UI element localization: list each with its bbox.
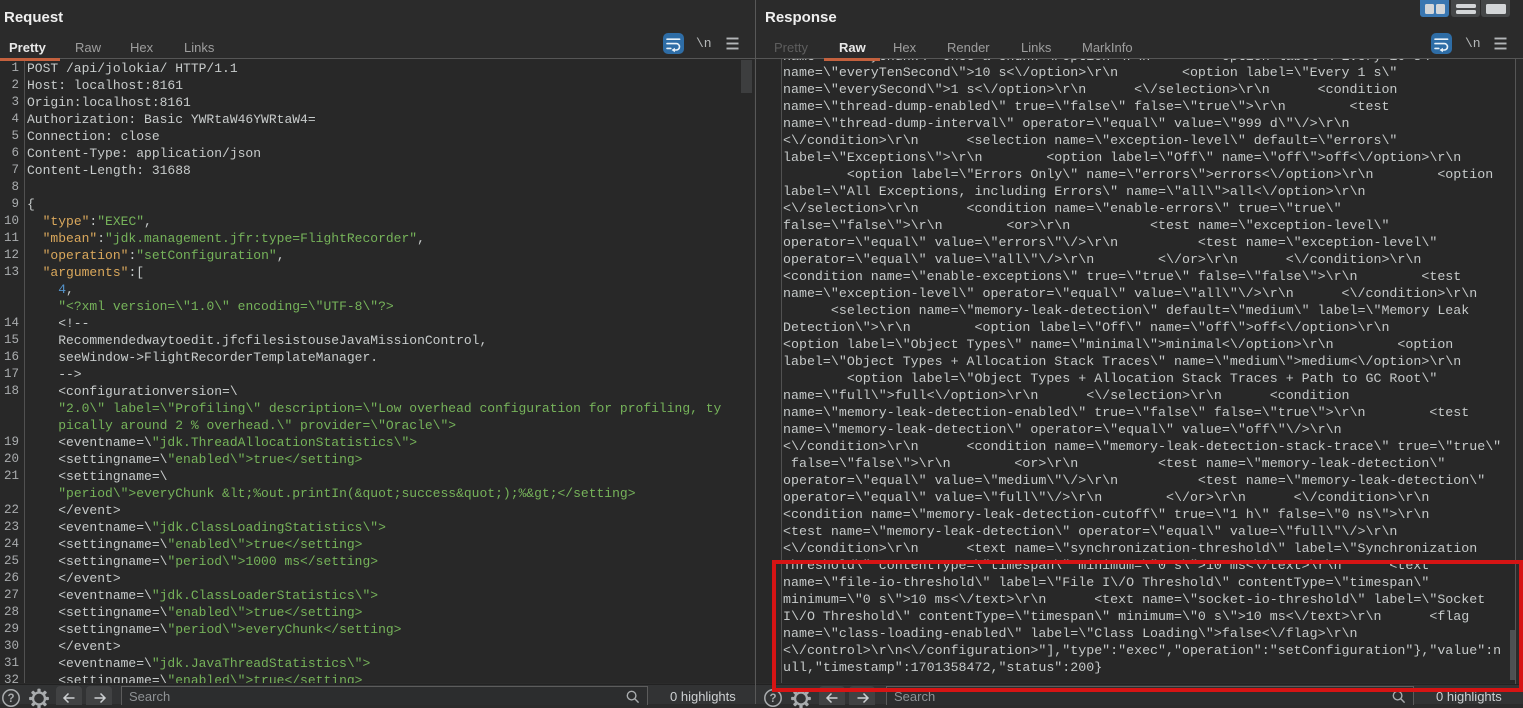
svg-text:?: ? <box>7 693 14 705</box>
svg-text:?: ? <box>769 693 776 705</box>
